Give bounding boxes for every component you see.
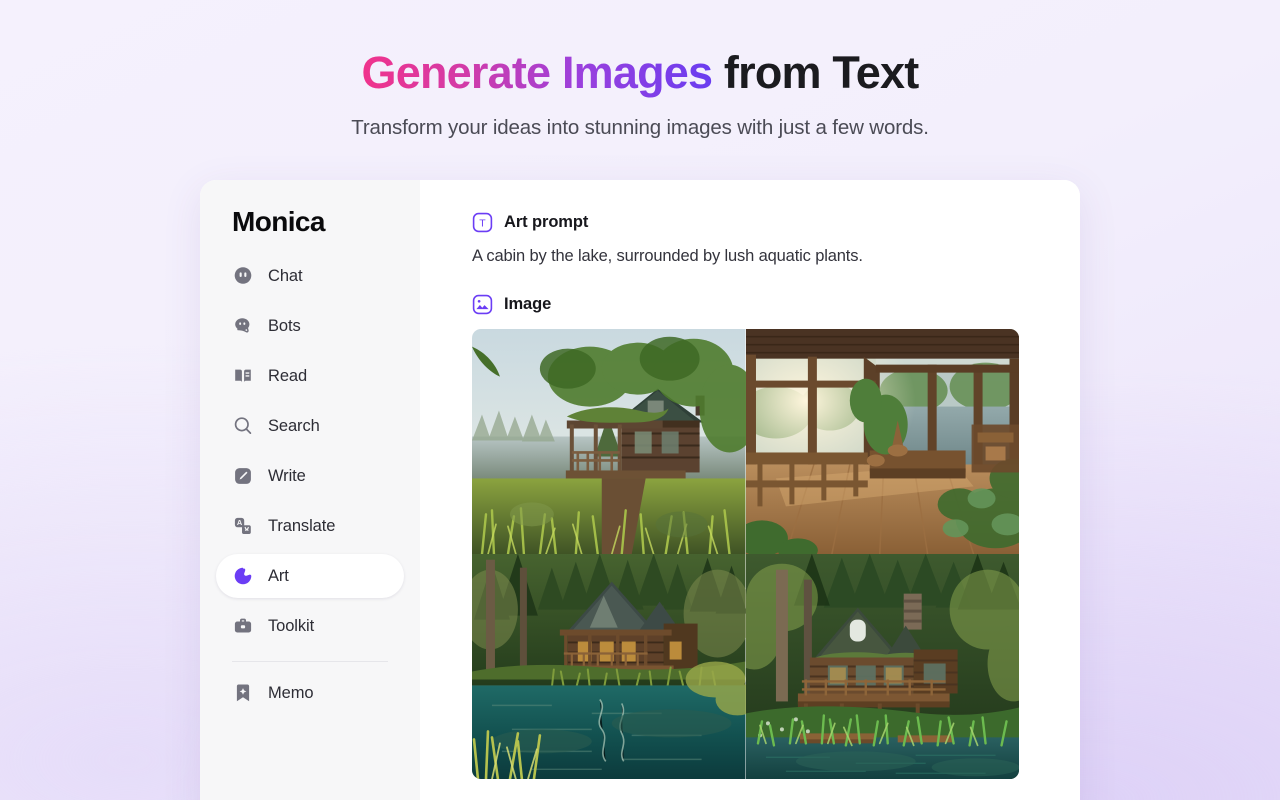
- sidebar-item-label: Search: [268, 416, 320, 435]
- toolkit-icon: [232, 615, 254, 637]
- memo-icon: [232, 682, 254, 704]
- art-icon: [232, 565, 254, 587]
- art-prompt-header: T Art prompt: [472, 212, 1020, 233]
- main-content: T Art prompt A cabin by the lake, surrou…: [420, 180, 1080, 800]
- sidebar-divider: [232, 661, 388, 662]
- page-title-plain-part: from Text: [712, 47, 919, 98]
- page-title: Generate Images from Text: [0, 46, 1280, 99]
- image-icon: [472, 294, 493, 315]
- sidebar-item-memo[interactable]: Memo: [216, 671, 404, 715]
- art-prompt-text: A cabin by the lake, surrounded by lush …: [472, 247, 863, 265]
- sidebar-nav: Chat Bots Read Search Write A Translate …: [216, 254, 404, 721]
- read-icon: [232, 365, 254, 387]
- text-prompt-icon: T: [472, 212, 493, 233]
- chat-icon: [232, 265, 254, 287]
- art-prompt-label: Art prompt: [504, 213, 589, 231]
- sidebar-item-label: Translate: [268, 516, 336, 535]
- write-icon: [232, 465, 254, 487]
- sidebar-item-bots[interactable]: Bots: [216, 304, 404, 348]
- app-card: Monica Chat Bots Read Search Write A Tra…: [200, 180, 1080, 800]
- svg-text:A: A: [237, 518, 243, 527]
- sidebar-item-label: Toolkit: [268, 616, 315, 635]
- generated-image-2[interactable]: [745, 329, 1019, 554]
- page-title-gradient-part: Generate Images: [361, 47, 713, 98]
- sidebar-item-translate[interactable]: A Translate: [216, 504, 404, 548]
- image-section-header: Image: [472, 294, 1020, 315]
- search-icon: [232, 415, 254, 437]
- page-subtitle: Transform your ideas into stunning image…: [351, 116, 929, 140]
- generated-image-grid: [472, 329, 1019, 779]
- sidebar-item-search[interactable]: Search: [216, 404, 404, 448]
- sidebar-item-write[interactable]: Write: [216, 454, 404, 498]
- generated-image-3[interactable]: [472, 554, 746, 779]
- sidebar-item-label: Memo: [268, 683, 314, 702]
- sidebar-item-label: Bots: [268, 316, 301, 335]
- hero-section: Generate Images from Text Transform your…: [0, 0, 1280, 140]
- sidebar-item-art[interactable]: Art: [216, 554, 404, 598]
- sidebar: Monica Chat Bots Read Search Write A Tra…: [200, 180, 420, 800]
- sidebar-item-toolkit[interactable]: Toolkit: [216, 604, 404, 648]
- generated-image-4[interactable]: [745, 554, 1019, 779]
- brand-logo: Monica: [232, 206, 325, 237]
- svg-text:T: T: [479, 218, 486, 230]
- sidebar-item-label: Read: [268, 366, 308, 385]
- image-section-label: Image: [504, 295, 552, 313]
- translate-icon: A: [232, 515, 254, 537]
- sidebar-item-label: Write: [268, 466, 306, 485]
- bots-icon: [232, 315, 254, 337]
- sidebar-item-label: Art: [268, 566, 289, 585]
- generated-image-1[interactable]: [472, 329, 746, 554]
- sidebar-item-chat[interactable]: Chat: [216, 254, 404, 298]
- sidebar-item-label: Chat: [268, 266, 303, 285]
- sidebar-item-read[interactable]: Read: [216, 354, 404, 398]
